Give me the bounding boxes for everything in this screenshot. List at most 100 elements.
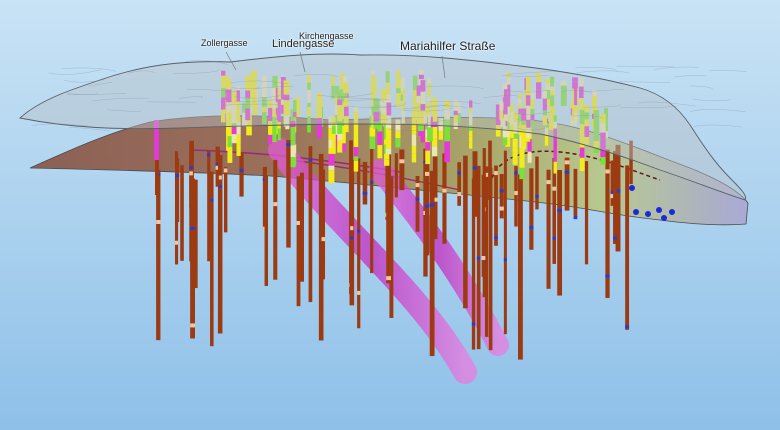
borehole-shallow [268, 134, 273, 145]
borehole-marker [273, 202, 278, 207]
borehole-marker [573, 216, 578, 220]
borehole-shallow [444, 152, 450, 163]
borehole-deep [175, 158, 180, 222]
borehole-marker [210, 198, 214, 202]
borehole-marker [362, 191, 368, 195]
borehole-shallow [519, 148, 525, 156]
borehole-marker [386, 276, 391, 281]
borehole-marker [625, 325, 630, 329]
borehole-shallow [411, 145, 417, 154]
mesh-line [693, 124, 743, 128]
borehole-deep [399, 149, 405, 191]
borehole-deep [584, 161, 589, 265]
borehole-shallow [385, 148, 392, 155]
borehole-shallow [395, 138, 401, 148]
borehole-shallow [353, 125, 359, 137]
mesh-line [61, 67, 116, 72]
borehole-shallow [227, 154, 233, 163]
borehole-marker [503, 258, 507, 262]
borehole-shallow [353, 160, 359, 172]
borehole-shallow [425, 142, 430, 151]
borehole-marker [472, 166, 478, 170]
street-label-mariahilfer-strasse: Mariahilfer Straße [400, 39, 496, 53]
borehole-marker [481, 255, 486, 260]
borehole-deep [535, 156, 539, 210]
borehole-deep [210, 171, 214, 347]
borehole-deep [481, 174, 486, 277]
borehole-shallow [519, 167, 525, 180]
borehole-marker [321, 237, 326, 242]
borehole-deep [299, 172, 304, 282]
survey-point [656, 207, 662, 213]
borehole-deep [529, 168, 534, 250]
borehole-marker [457, 192, 461, 197]
borehole-marker [564, 170, 570, 174]
borehole-deep [362, 161, 368, 205]
borehole-shallow [553, 161, 557, 174]
borehole-shallow [521, 134, 527, 148]
borehole-shallow [227, 136, 233, 148]
borehole-deep [429, 170, 435, 357]
borehole-deep [273, 159, 278, 280]
borehole-shallow [328, 170, 335, 184]
borehole-shallow [502, 137, 508, 145]
borehole-shallow [385, 128, 392, 140]
borehole-marker [424, 171, 430, 176]
borehole-marker [529, 226, 534, 230]
survey-point [645, 211, 651, 217]
borehole-shallow [553, 156, 557, 162]
borehole-marker [156, 220, 161, 225]
borehole-shallow [353, 156, 359, 161]
borehole-shallow [411, 127, 417, 135]
borehole-marker [189, 171, 193, 176]
borehole-deep [370, 140, 374, 274]
borehole-marker [546, 180, 551, 185]
borehole-shallow [337, 139, 343, 153]
borehole-shallow [427, 127, 433, 142]
mesh-line [689, 109, 746, 112]
borehole-marker [552, 236, 556, 240]
borehole-marker [296, 221, 301, 226]
borehole-shallow [353, 147, 359, 157]
borehole-deep [264, 175, 269, 286]
borehole-marker [308, 158, 313, 162]
borehole-shallow [290, 145, 296, 158]
borehole-deep [546, 169, 551, 289]
borehole-shallow [343, 125, 349, 133]
borehole-shallow [418, 125, 424, 132]
borehole-marker [442, 188, 447, 193]
borehole-shallow [553, 146, 557, 157]
borehole-shallow [384, 159, 390, 166]
borehole-deep [155, 160, 159, 195]
borehole-shallow [519, 155, 525, 168]
survey-point [669, 209, 675, 215]
borehole-shallow [277, 128, 281, 141]
borehole-marker [564, 160, 570, 165]
borehole-marker [605, 169, 610, 174]
borehole-shallow [369, 136, 376, 149]
geology-model-view[interactable] [0, 0, 780, 430]
borehole-shallow [337, 133, 343, 140]
borehole-marker [189, 166, 193, 170]
borehole-shallow [469, 136, 473, 143]
borehole-marker [499, 189, 504, 193]
borehole-marker [350, 236, 354, 240]
borehole-shallow [377, 131, 383, 145]
borehole-shallow [231, 127, 238, 135]
borehole-deep [573, 168, 578, 217]
borehole-marker [476, 256, 481, 260]
mesh-line [616, 65, 674, 68]
borehole-marker [399, 159, 405, 164]
borehole-shallow [290, 140, 296, 146]
borehole-marker [207, 153, 211, 157]
3d-viewport[interactable]: Zollergasse Lindengasse Kirchengasse Mar… [0, 0, 780, 430]
borehole-marker [605, 274, 610, 278]
mesh-line [654, 66, 700, 70]
borehole-shallow [444, 132, 450, 142]
borehole-shallow [331, 133, 336, 143]
borehole-deep [308, 146, 313, 303]
borehole-shallow [316, 128, 322, 135]
borehole-marker [239, 168, 244, 172]
borehole-shallow [236, 134, 241, 145]
borehole-marker [218, 185, 222, 189]
